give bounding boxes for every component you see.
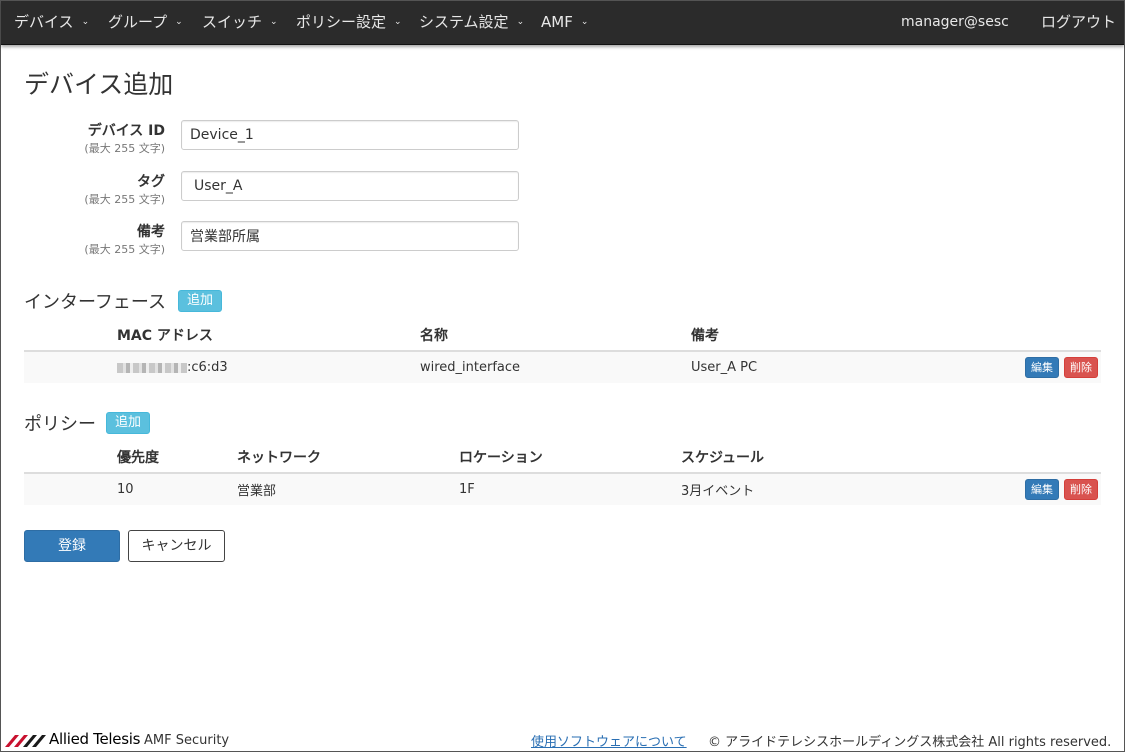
column-header: ネットワーク: [237, 441, 459, 474]
table-row: :c6:d3 wired_interface User_A PC 編集 削除: [24, 351, 1101, 383]
chevron-down-icon: ⌄: [580, 16, 589, 27]
nav-menu-label: スイッチ: [202, 13, 263, 31]
interface-name-cell: wired_interface: [420, 351, 691, 383]
add-interface-button[interactable]: 追加: [178, 290, 223, 312]
table-row: 10 営業部 1F 3月イベント 編集 削除: [24, 473, 1101, 505]
chevron-down-icon: ⌄: [516, 16, 525, 27]
redacted-mac-prefix: [117, 362, 187, 373]
interface-note-cell: User_A PC: [691, 351, 991, 383]
add-policy-button[interactable]: 追加: [106, 412, 151, 434]
column-header: ロケーション: [459, 441, 681, 474]
column-header: MAC アドレス: [117, 319, 420, 352]
edit-policy-button[interactable]: 編集: [1025, 479, 1059, 500]
column-header: 名称: [420, 319, 691, 352]
copyright-text: © アライドテレシスホールディングス株式会社 All rights reserv…: [708, 735, 1112, 750]
tag-label: タグ: [137, 174, 165, 190]
priority-cell: 10: [117, 473, 237, 505]
delete-interface-button[interactable]: 削除: [1064, 357, 1098, 378]
edit-interface-button[interactable]: 編集: [1025, 357, 1059, 378]
brand-name: Allied Telesis: [49, 730, 141, 748]
tag-hint: (最大 255 文字): [84, 193, 165, 206]
policies-heading: ポリシー: [24, 414, 96, 435]
row-actions: 編集 削除: [991, 351, 1101, 383]
row-actions: 編集 削除: [991, 473, 1101, 505]
allied-telesis-logo: [5, 735, 46, 747]
register-button[interactable]: 登録: [24, 530, 120, 562]
nav-menu-label: AMF: [541, 13, 573, 31]
device-id-row: デバイス ID (最大 255 文字): [1, 120, 521, 160]
mac-suffix: :c6:d3: [187, 360, 228, 375]
policies-table: 優先度 ネットワーク ロケーション スケジュール 10 営業部 1F 3月イベン…: [24, 441, 1101, 505]
nav-menu-system-settings[interactable]: システム設定 ⌄: [419, 1, 524, 45]
device-id-hint: (最大 255 文字): [84, 142, 165, 155]
nav-menu-devices[interactable]: デバイス ⌄: [14, 1, 89, 45]
nav-menu-label: グループ: [108, 13, 168, 31]
nav-menu-label: デバイス: [14, 13, 74, 31]
note-hint: (最大 255 文字): [84, 243, 165, 256]
page-title: デバイス追加: [24, 70, 174, 99]
nav-menu-label: ポリシー設定: [296, 13, 387, 31]
product-name: AMF Security: [144, 733, 230, 748]
column-header: スケジュール: [681, 441, 991, 474]
logout-link[interactable]: ログアウト: [1041, 1, 1116, 45]
note-input[interactable]: [181, 221, 519, 251]
note-label: 備考: [137, 224, 165, 240]
mac-address-cell: :c6:d3: [117, 351, 420, 383]
nav-menu-label: システム設定: [419, 13, 509, 31]
software-info-link[interactable]: 使用ソフトウェアについて: [531, 731, 687, 750]
column-header: 備考: [691, 319, 991, 352]
note-row: 備考 (最大 255 文字): [1, 221, 521, 261]
cancel-button[interactable]: キャンセル: [128, 530, 225, 562]
device-id-input[interactable]: [181, 120, 519, 150]
interfaces-heading: インターフェース: [24, 292, 167, 313]
nav-menu-policy-settings[interactable]: ポリシー設定 ⌄: [296, 1, 402, 45]
device-id-label: デバイス ID: [87, 123, 165, 139]
chevron-down-icon: ⌄: [270, 16, 278, 27]
nav-menu-groups[interactable]: グループ ⌄: [108, 1, 183, 45]
footer: Allied Telesis AMF Security 使用ソフトウェアについて…: [1, 729, 1124, 751]
schedule-cell: 3月イベント: [681, 473, 991, 505]
delete-policy-button[interactable]: 削除: [1064, 479, 1098, 500]
chevron-down-icon: ⌄: [81, 16, 90, 27]
top-navbar: デバイス ⌄ グループ ⌄ スイッチ ⌄ ポリシー設定 ⌄ システム設定 ⌄ AMF ⌄ m…: [1, 1, 1124, 45]
chevron-down-icon: ⌄: [175, 16, 183, 27]
interfaces-table: MAC アドレス 名称 備考 :c6:d3 wired_interface Us…: [24, 319, 1101, 383]
nav-menu-amf[interactable]: AMF ⌄: [541, 1, 588, 45]
network-cell: 営業部: [237, 473, 459, 505]
tag-row: タグ (最大 255 文字): [1, 171, 521, 211]
current-user: manager@sesc: [901, 14, 1009, 30]
chevron-down-icon: ⌄: [394, 16, 402, 27]
column-header: 優先度: [117, 441, 237, 474]
nav-menu-switches[interactable]: スイッチ ⌄: [202, 1, 278, 45]
tag-input[interactable]: [181, 171, 519, 201]
location-cell: 1F: [459, 473, 681, 505]
